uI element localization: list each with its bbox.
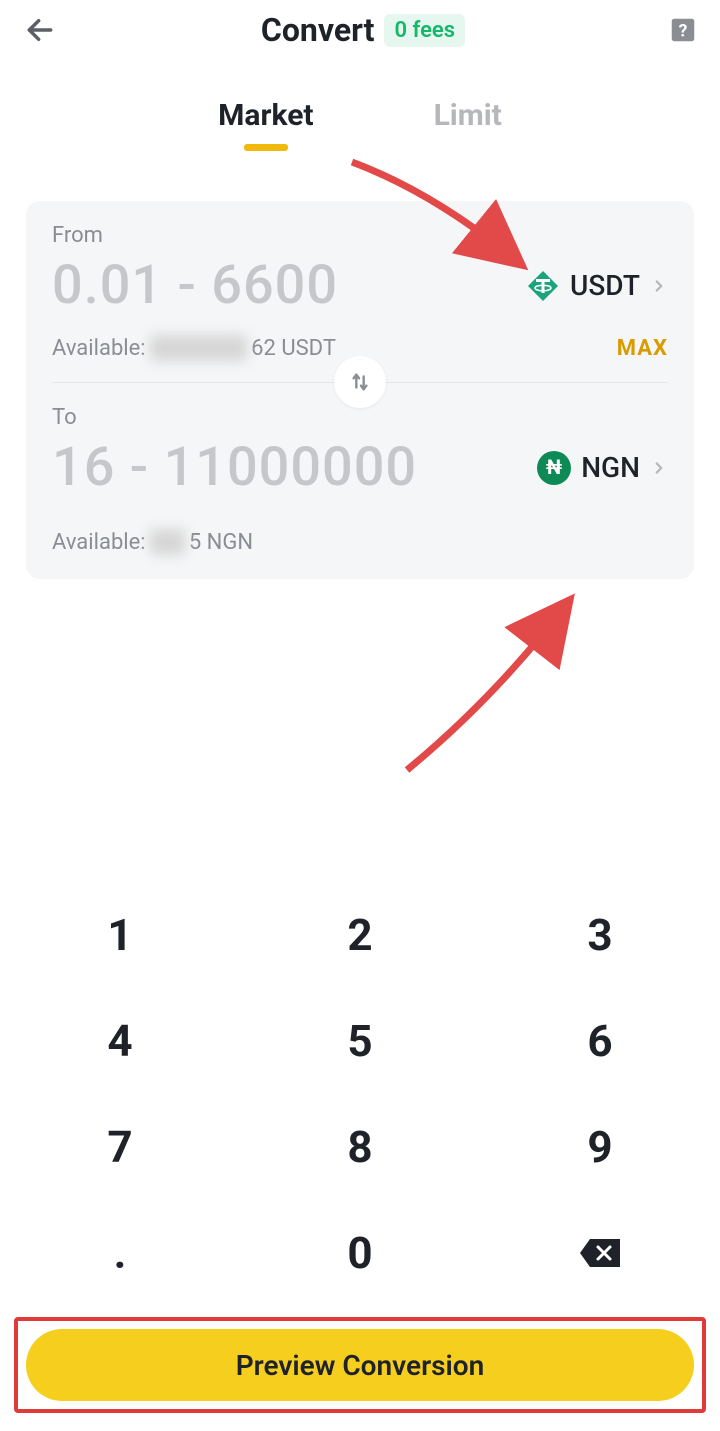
from-label: From: [52, 223, 668, 248]
header: Convert 0 fees ?: [0, 0, 720, 58]
to-available-prefix: Available:: [52, 530, 146, 555]
max-button[interactable]: MAX: [617, 336, 668, 361]
numeric-keypad: 1 2 3 4 5 6 7 8 9 . 0: [0, 909, 720, 1317]
key-dot[interactable]: .: [50, 1227, 190, 1279]
svg-text:?: ?: [679, 21, 688, 41]
to-available-hidden: ██: [150, 529, 185, 555]
ngn-icon: ₦: [537, 451, 571, 485]
annotation-highlight-box: Preview Conversion: [14, 1317, 706, 1413]
from-section: From 0.01 - 6600 USDT Available: ██████ …: [52, 223, 668, 361]
key-2[interactable]: 2: [290, 909, 430, 961]
svg-text:₦: ₦: [546, 455, 562, 479]
from-available-hidden: ██████: [150, 335, 248, 361]
key-backspace[interactable]: [530, 1227, 670, 1279]
from-currency-name: USDT: [570, 269, 640, 302]
convert-panel: From 0.01 - 6600 USDT Available: ██████ …: [26, 201, 694, 579]
key-9[interactable]: 9: [530, 1121, 670, 1173]
back-button[interactable]: [20, 10, 60, 50]
fees-badge: 0 fees: [384, 14, 465, 47]
preview-conversion-button[interactable]: Preview Conversion: [26, 1329, 694, 1401]
backspace-icon: [578, 1237, 622, 1269]
chevron-right-icon: [650, 459, 668, 477]
chevron-right-icon: [650, 277, 668, 295]
from-amount-input[interactable]: 0.01 - 6600: [52, 254, 526, 317]
cta-area: Preview Conversion: [0, 1317, 720, 1431]
to-amount-input[interactable]: 16 - 11000000: [52, 436, 537, 499]
to-available: Available: ██ 5 NGN: [52, 529, 253, 555]
tab-market[interactable]: Market: [218, 98, 313, 147]
from-available: Available: ██████ 62 USDT: [52, 335, 336, 361]
help-icon: ?: [668, 15, 698, 45]
tabs: Market Limit: [0, 98, 720, 147]
to-available-suffix: 5 NGN: [189, 530, 253, 555]
divider: [52, 381, 668, 383]
key-3[interactable]: 3: [530, 909, 670, 961]
from-available-suffix: 62 USDT: [251, 336, 336, 361]
annotation-arrow-bottom: [392, 580, 592, 780]
to-section: To 16 - 11000000 ₦ NGN Available: ██ 5 N…: [52, 405, 668, 555]
usdt-icon: [526, 269, 560, 303]
swap-icon: [349, 371, 371, 393]
key-5[interactable]: 5: [290, 1015, 430, 1067]
swap-button[interactable]: [334, 356, 386, 408]
from-available-prefix: Available:: [52, 336, 146, 361]
key-7[interactable]: 7: [50, 1121, 190, 1173]
page-title: Convert: [261, 11, 375, 49]
tab-limit[interactable]: Limit: [434, 98, 502, 147]
to-currency-name: NGN: [581, 451, 640, 484]
to-currency-select[interactable]: ₦ NGN: [537, 451, 668, 485]
key-0[interactable]: 0: [290, 1227, 430, 1279]
to-label: To: [52, 405, 668, 430]
key-6[interactable]: 6: [530, 1015, 670, 1067]
from-currency-select[interactable]: USDT: [526, 269, 668, 303]
key-1[interactable]: 1: [50, 909, 190, 961]
key-4[interactable]: 4: [50, 1015, 190, 1067]
key-8[interactable]: 8: [290, 1121, 430, 1173]
help-button[interactable]: ?: [666, 13, 700, 47]
arrow-left-icon: [24, 14, 56, 46]
